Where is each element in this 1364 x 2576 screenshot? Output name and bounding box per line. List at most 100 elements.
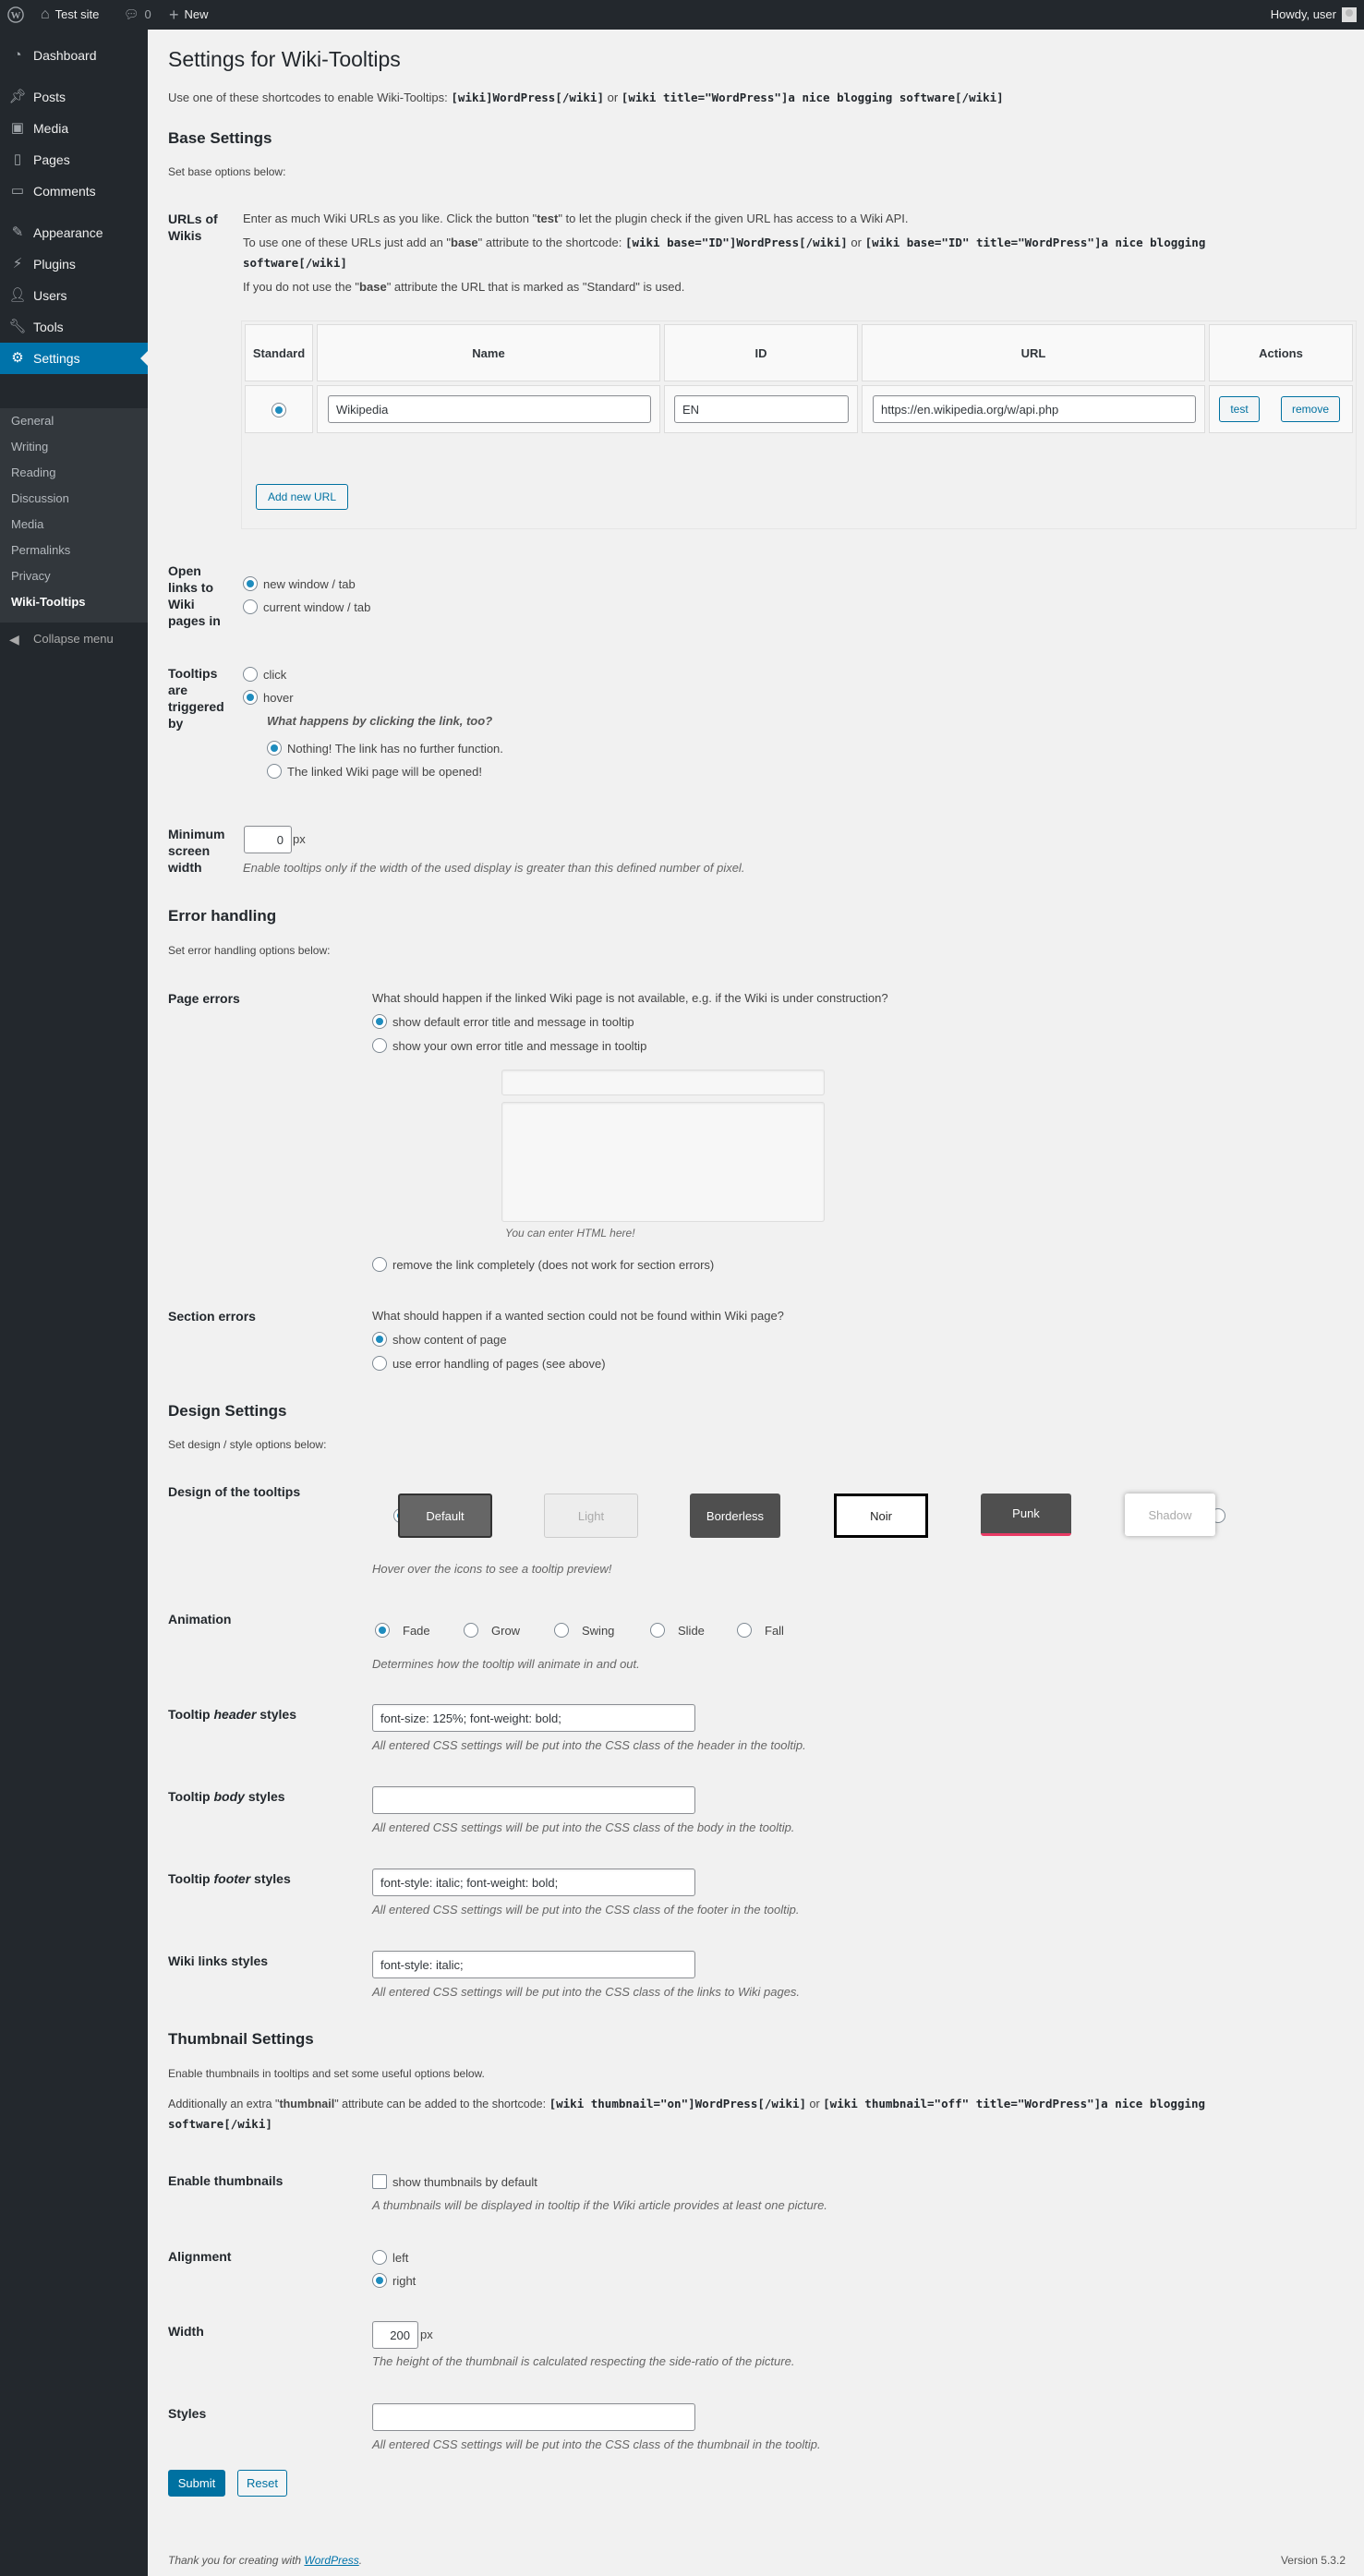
radio[interactable] bbox=[243, 576, 258, 591]
section-error-content-option[interactable]: show content of page bbox=[372, 1332, 507, 1347]
radio[interactable] bbox=[737, 1623, 752, 1638]
show-thumbnails-checkbox[interactable]: show thumbnails by default bbox=[372, 2174, 537, 2189]
radio[interactable] bbox=[243, 667, 258, 682]
thumbnail-styles-input[interactable] bbox=[372, 2403, 695, 2431]
links-styles-input[interactable]: font-style: italic; bbox=[372, 1951, 695, 1978]
radio[interactable] bbox=[267, 764, 282, 779]
open-current-window-option[interactable]: current window / tab bbox=[243, 599, 370, 614]
radio[interactable] bbox=[375, 1623, 390, 1638]
theme-noir-preview[interactable]: Noir bbox=[834, 1494, 928, 1538]
footer-styles-input[interactable]: font-style: italic; font-weight: bold; bbox=[372, 1869, 695, 1896]
checkbox[interactable] bbox=[372, 2174, 387, 2189]
add-new-url-button[interactable]: Add new URL bbox=[256, 484, 348, 510]
click-nothing-option[interactable]: Nothing! The link has no further functio… bbox=[267, 741, 503, 756]
menu-item-users[interactable]: 👤︎ Users bbox=[0, 280, 148, 311]
comments-link[interactable]: 💬︎ 0 bbox=[124, 0, 151, 30]
trigger-hover-option[interactable]: hover bbox=[243, 690, 294, 705]
radio[interactable] bbox=[372, 1332, 387, 1347]
min-width-input[interactable]: 0 bbox=[244, 826, 292, 853]
footer-thanks: Thank you for creating with WordPress. bbox=[168, 2554, 362, 2567]
radio[interactable] bbox=[372, 2250, 387, 2265]
radio[interactable] bbox=[650, 1623, 665, 1638]
table-header: ID bbox=[664, 324, 858, 381]
align-left-option[interactable]: left bbox=[372, 2250, 408, 2265]
theme-shadow-preview[interactable]: Shadow bbox=[1125, 1494, 1215, 1536]
radio[interactable] bbox=[372, 1038, 387, 1053]
test-url-button[interactable]: test bbox=[1219, 396, 1260, 422]
menu-item-pages[interactable]: ▯ Pages bbox=[0, 144, 148, 175]
theme-punk-preview[interactable]: Punk bbox=[981, 1494, 1071, 1536]
paintbrush-icon: ✎ bbox=[11, 224, 24, 240]
wordpress-logo-icon[interactable]: W bbox=[7, 0, 24, 30]
submenu-item-wiki-tooltips[interactable]: Wiki-Tooltips bbox=[11, 593, 86, 611]
comments-count: 0 bbox=[144, 7, 151, 21]
radio[interactable] bbox=[372, 1014, 387, 1029]
section-error-pages-option[interactable]: use error handling of pages (see above) bbox=[372, 1356, 606, 1371]
page-errors-label: Page errors bbox=[168, 991, 240, 1006]
page-error-default-option[interactable]: show default error title and message in … bbox=[372, 1014, 634, 1029]
remove-url-button[interactable]: remove bbox=[1281, 396, 1340, 422]
radio[interactable] bbox=[372, 1356, 387, 1371]
site-name-link[interactable]: ⌂ Test site bbox=[41, 0, 99, 30]
menu-item-plugins[interactable]: ⚡︎ Plugins bbox=[0, 248, 148, 280]
animation-grow-option[interactable]: Grow bbox=[464, 1623, 520, 1638]
radio[interactable] bbox=[554, 1623, 569, 1638]
align-right-option[interactable]: right bbox=[372, 2273, 416, 2288]
radio[interactable] bbox=[372, 2273, 387, 2288]
wiki-name-input[interactable]: Wikipedia bbox=[328, 395, 651, 423]
urls-line1: Enter as much Wiki URLs as you like. Cli… bbox=[243, 211, 908, 227]
collapse-menu-button[interactable]: ◀ Collapse menu bbox=[0, 630, 148, 648]
menu-item-posts[interactable]: 📌︎ Posts bbox=[0, 81, 148, 113]
submenu-item-general[interactable]: General bbox=[11, 412, 54, 430]
trigger-click-option[interactable]: click bbox=[243, 667, 286, 682]
radio[interactable] bbox=[464, 1623, 478, 1638]
enable-thumbnails-label: Enable thumbnails bbox=[168, 2173, 284, 2188]
submenu-item-discussion[interactable]: Discussion bbox=[11, 490, 69, 508]
base-settings-heading: Base Settings bbox=[168, 129, 272, 147]
menu-item-settings[interactable]: ⚙︎ Settings bbox=[0, 343, 148, 374]
click-open-option[interactable]: The linked Wiki page will be opened! bbox=[267, 764, 482, 779]
menu-item-appearance[interactable]: ✎ Appearance bbox=[0, 217, 148, 248]
radio[interactable] bbox=[243, 599, 258, 614]
radio[interactable] bbox=[372, 1257, 387, 1272]
error-title-input[interactable] bbox=[501, 1070, 825, 1095]
new-content-link[interactable]: + New bbox=[169, 0, 209, 30]
page-error-own-option[interactable]: show your own error title and message in… bbox=[372, 1038, 646, 1053]
animation-swing-option[interactable]: Swing bbox=[554, 1623, 614, 1638]
remove-link-option[interactable]: remove the link completely (does not wor… bbox=[372, 1257, 714, 1272]
theme-light-preview[interactable]: Light bbox=[544, 1494, 638, 1538]
wordpress-link[interactable]: WordPress bbox=[304, 2554, 358, 2567]
body-styles-input[interactable] bbox=[372, 1786, 695, 1814]
menu-item-tools[interactable]: 🔧︎ Tools bbox=[0, 311, 148, 343]
open-new-window-option[interactable]: new window / tab bbox=[243, 576, 356, 591]
menu-item-media[interactable]: ▣ Media bbox=[0, 113, 148, 144]
theme-borderless-preview[interactable]: Borderless bbox=[690, 1494, 780, 1538]
error-message-textarea[interactable] bbox=[501, 1102, 825, 1222]
thumbnail-width-input[interactable]: 200 bbox=[372, 2321, 418, 2349]
wrench-icon: 🔧︎ bbox=[8, 319, 27, 334]
submenu-item-writing[interactable]: Writing bbox=[11, 438, 48, 456]
header-styles-input[interactable]: font-size: 125%; font-weight: bold; bbox=[372, 1704, 695, 1732]
my-account-link[interactable]: Howdy, user bbox=[1271, 0, 1357, 30]
animation-slide-option[interactable]: Slide bbox=[650, 1623, 705, 1638]
submenu-item-privacy[interactable]: Privacy bbox=[11, 567, 51, 586]
submenu-item-permalinks[interactable]: Permalinks bbox=[11, 541, 70, 560]
animation-fall-option[interactable]: Fall bbox=[737, 1623, 784, 1638]
option-label: current window / tab bbox=[263, 599, 371, 614]
animation-fade-option[interactable]: Fade bbox=[375, 1623, 430, 1638]
radio[interactable] bbox=[267, 741, 282, 756]
submit-button[interactable]: Submit bbox=[168, 2470, 225, 2497]
reset-button[interactable]: Reset bbox=[237, 2470, 287, 2497]
submenu-item-reading[interactable]: Reading bbox=[11, 464, 55, 482]
menu-item-comments[interactable]: ▭ Comments bbox=[0, 175, 148, 207]
wiki-id-input[interactable]: EN bbox=[674, 395, 849, 423]
option-label: The linked Wiki page will be opened! bbox=[287, 764, 483, 779]
admin-bar: W ⌂ Test site 💬︎ 0 + New Howdy, user bbox=[0, 0, 1364, 30]
text: Tooltip bbox=[168, 1871, 214, 1886]
standard-radio[interactable] bbox=[272, 402, 286, 417]
submenu-item-media[interactable]: Media bbox=[11, 515, 43, 534]
menu-item-dashboard[interactable]: ◔ Dashboard bbox=[0, 40, 148, 71]
radio[interactable] bbox=[243, 690, 258, 705]
wiki-url-input[interactable]: https://en.wikipedia.org/w/api.php bbox=[873, 395, 1196, 423]
theme-default-preview[interactable]: Default bbox=[398, 1494, 492, 1538]
